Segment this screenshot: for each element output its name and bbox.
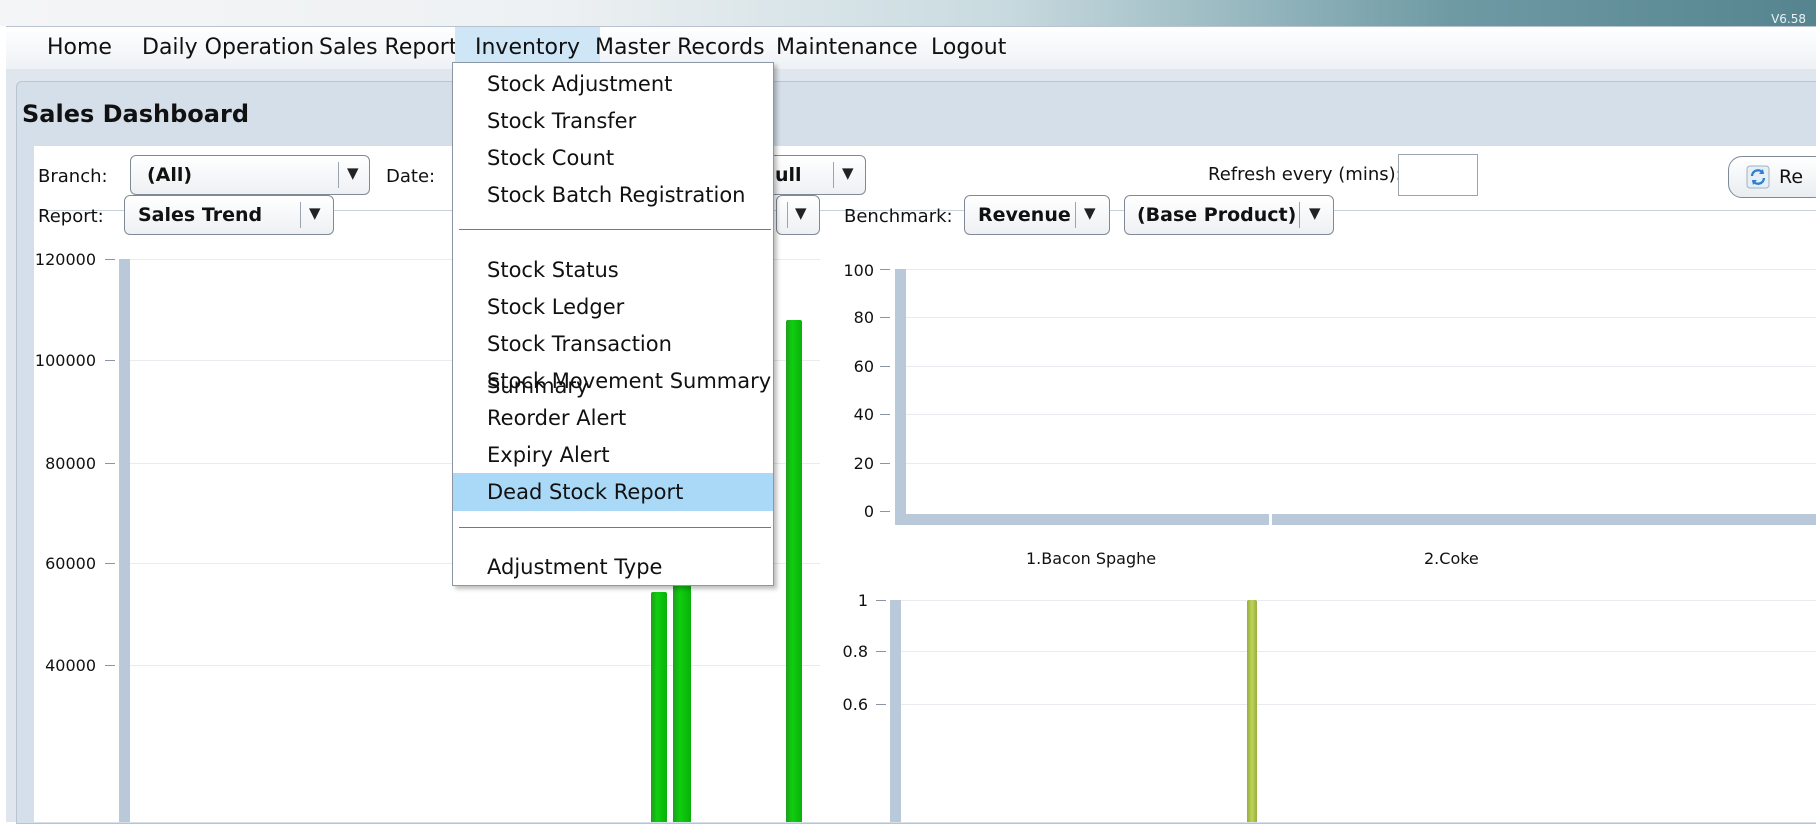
- refresh-button-label: Re: [1779, 166, 1804, 188]
- menu-item-adjustment-type[interactable]: Adjustment Type: [453, 546, 773, 588]
- gridline: [130, 665, 820, 666]
- branch-label: Branch:: [38, 166, 108, 187]
- menu-item-reorder-alert[interactable]: Reorder Alert: [453, 397, 773, 439]
- report-option-select[interactable]: ▼: [776, 195, 820, 235]
- category-label: 1.Bacon Spaghe: [1026, 549, 1157, 568]
- gridline: [901, 651, 1816, 652]
- gridline: [906, 269, 1816, 270]
- menu-item-stock-ledger[interactable]: Stock Ledger: [453, 286, 773, 328]
- chevron-down-icon: ▼: [347, 164, 359, 182]
- y-tick-label: 20: [853, 454, 874, 473]
- gridline: [901, 600, 1816, 601]
- y-axis: [895, 269, 906, 525]
- report-value: Sales Trend: [138, 204, 263, 226]
- y-tick-label: 120000: [34, 250, 96, 269]
- date-select[interactable]: ull ▼: [760, 155, 866, 195]
- y-tick-label: 0.6: [842, 695, 868, 714]
- y-tick-label: 80: [853, 308, 874, 327]
- y-tick-label: 1: [857, 591, 868, 610]
- y-tick-label: 40: [853, 405, 874, 424]
- chart-bar: [651, 592, 667, 822]
- branch-select[interactable]: (All) ▼: [130, 155, 370, 195]
- gridline: [906, 317, 1816, 318]
- y-tick-label: 100: [843, 261, 874, 280]
- menu-item-stock-status[interactable]: Stock Status: [453, 249, 773, 291]
- gridline: [901, 704, 1816, 705]
- menu-item-stock-batch-registration[interactable]: Stock Batch Registration: [453, 174, 773, 216]
- chevron-down-icon: ▼: [795, 204, 807, 222]
- y-tick-label: 100000: [34, 351, 96, 370]
- title-band: V6.58: [0, 0, 1816, 26]
- gridline: [906, 463, 1816, 464]
- menu-logout[interactable]: Logout: [931, 27, 1006, 69]
- refresh-interval-input[interactable]: [1398, 154, 1478, 196]
- y-tick-label: 0.8: [842, 642, 868, 661]
- page-title: Sales Dashboard: [22, 100, 249, 128]
- chevron-down-icon: ▼: [309, 204, 321, 222]
- date-select-value: ull: [775, 164, 802, 186]
- menu-separator: [459, 527, 771, 528]
- menu-maintenance[interactable]: Maintenance: [776, 27, 918, 69]
- inventory-dropdown-menu: Stock Adjustment Stock Transfer Stock Co…: [452, 62, 774, 586]
- gridline: [906, 366, 1816, 367]
- y-tick-label: 0: [863, 502, 874, 521]
- y-axis: [890, 600, 901, 822]
- y-tick-label: 80000: [45, 454, 96, 473]
- report-label: Report:: [38, 206, 104, 227]
- menu-item-stock-transfer[interactable]: Stock Transfer: [453, 100, 773, 142]
- menu-sales-report[interactable]: Sales Report: [319, 27, 457, 69]
- chevron-down-icon: ▼: [1084, 204, 1096, 222]
- dashboard-content: [34, 146, 1816, 822]
- benchmark-product-value: (Base Product): [1137, 204, 1297, 226]
- refresh-interval-label: Refresh every (mins):: [1208, 164, 1402, 185]
- main-menu-bar: Home Daily Operation Sales Report Invent…: [6, 26, 1816, 70]
- x-axis-segment: [1272, 514, 1816, 525]
- y-tick-label: 60000: [45, 554, 96, 573]
- benchmark-value: Revenue: [978, 204, 1071, 226]
- chart-bar: [1247, 600, 1257, 822]
- refresh-icon: [1746, 165, 1770, 189]
- chevron-down-icon: ▼: [1309, 204, 1321, 222]
- menu-item-stock-count[interactable]: Stock Count: [453, 137, 773, 179]
- gridline: [906, 414, 1816, 415]
- chart-bar: [786, 319, 802, 822]
- menu-item-stock-adjustment[interactable]: Stock Adjustment: [453, 63, 773, 105]
- version-label: V6.58: [1771, 12, 1806, 26]
- benchmark-product-select[interactable]: (Base Product) ▼: [1124, 195, 1334, 235]
- menu-item-dead-stock-report[interactable]: Dead Stock Report: [453, 473, 773, 511]
- menu-separator: [459, 229, 771, 230]
- menu-item-stock-transaction-summary[interactable]: Stock Transaction Summary: [453, 323, 773, 398]
- benchmark-label: Benchmark:: [844, 206, 953, 227]
- report-select[interactable]: Sales Trend ▼: [124, 195, 334, 235]
- date-label: Date:: [386, 166, 436, 187]
- y-tick-label: 40000: [45, 656, 96, 675]
- category-label: 2.Coke: [1424, 549, 1479, 568]
- x-axis-segment: [895, 514, 1269, 525]
- menu-item-expiry-alert[interactable]: Expiry Alert: [453, 434, 773, 476]
- menu-home[interactable]: Home: [47, 27, 112, 69]
- benchmark-select[interactable]: Revenue ▼: [964, 195, 1110, 235]
- menu-daily-operation[interactable]: Daily Operation: [142, 27, 314, 69]
- chevron-down-icon: ▼: [842, 164, 854, 182]
- refresh-button[interactable]: Re: [1728, 156, 1816, 198]
- y-axis: [119, 259, 130, 822]
- menu-item-stock-movement-summary[interactable]: Stock Movement Summary: [453, 360, 773, 402]
- chart-bar: [673, 572, 691, 822]
- branch-value: (All): [147, 164, 193, 186]
- y-tick-label: 60: [853, 357, 874, 376]
